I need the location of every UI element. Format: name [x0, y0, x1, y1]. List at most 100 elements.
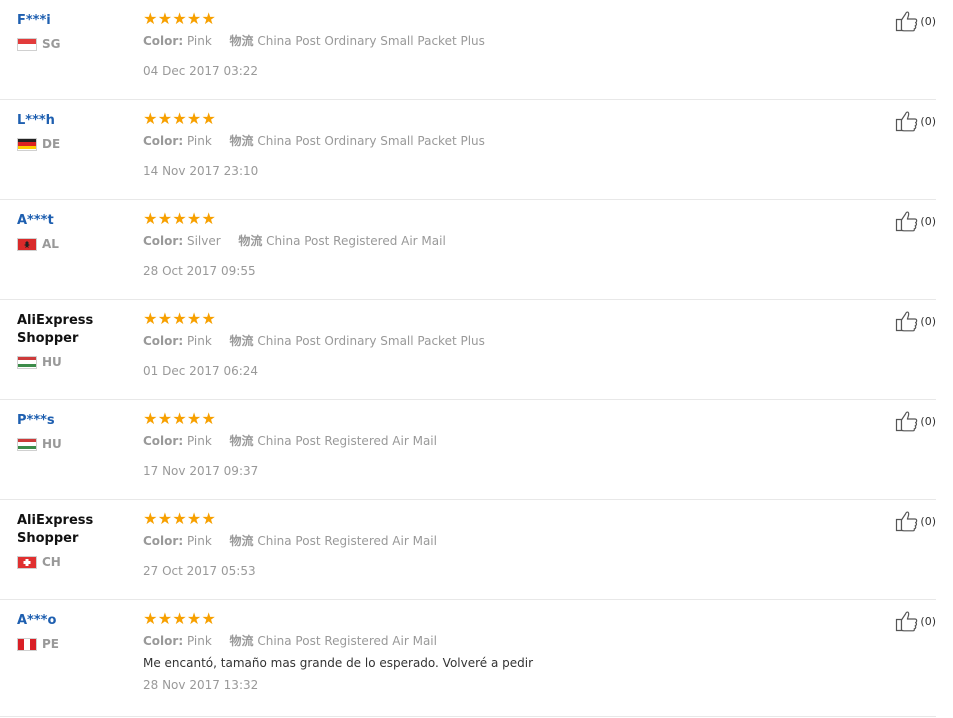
star-icon: ★: [172, 509, 187, 528]
shipping-value: China Post Registered Air Mail: [266, 234, 446, 248]
star-icon: ★: [143, 109, 158, 128]
helpful-count: (0): [920, 214, 936, 228]
review-detail: ★★★★★ Color: Silver 物流 China Post Regist…: [143, 211, 866, 279]
star-icon: ★: [157, 109, 173, 128]
reviewer-name: AliExpress Shopper: [17, 313, 94, 346]
star-icon: ★: [201, 309, 216, 328]
thumbs-up-icon: [896, 211, 918, 232]
star-icon: ★: [201, 9, 216, 28]
color-value: Pink: [186, 134, 212, 148]
review-date: 28 Oct 2017 09:55: [143, 264, 256, 278]
helpful-button[interactable]: (0): [895, 410, 936, 432]
star-icon: ★: [172, 9, 187, 28]
star-rating: ★★★★★: [143, 311, 866, 327]
reviewer-country: SG: [17, 36, 127, 52]
star-icon: ★: [172, 109, 187, 128]
star-icon: ★: [201, 409, 216, 428]
thumbs-up-icon: [896, 611, 918, 632]
star-icon: ★: [143, 309, 158, 328]
review-date: 04 Dec 2017 03:22: [143, 64, 259, 78]
review-date: 01 Dec 2017 06:24: [143, 364, 259, 378]
order-attributes: Color: Pink 物流 China Post Ordinary Small…: [143, 133, 866, 149]
helpful-button[interactable]: (0): [895, 210, 936, 232]
reviewer-name[interactable]: A***t: [17, 212, 127, 230]
helpful-button[interactable]: (0): [895, 110, 936, 132]
country-code: SG: [42, 37, 61, 51]
helpful-button[interactable]: (0): [895, 610, 936, 632]
shipping-value: China Post Registered Air Mail: [257, 534, 437, 548]
star-icon: ★: [172, 609, 187, 628]
star-icon: ★: [186, 509, 202, 528]
country-flag-icon: [17, 555, 37, 569]
reviewer-info: AliExpress Shopper HU: [17, 312, 127, 370]
star-icon: ★: [157, 209, 173, 228]
star-rating: ★★★★★: [143, 111, 866, 127]
color-value: Pink: [186, 34, 212, 48]
order-attributes: Color: Silver 物流 China Post Registered A…: [143, 233, 866, 249]
review-detail: ★★★★★ Color: Pink 物流 China Post Register…: [143, 411, 866, 479]
review-item: F***i SG ★★★★★ Color: Pink 物流 China Post…: [0, 0, 936, 100]
color-value: Pink: [186, 434, 212, 448]
helpful-button[interactable]: (0): [895, 510, 936, 532]
reviewer-info: F***i SG: [17, 12, 127, 52]
color-label: Color:: [143, 434, 184, 448]
reviewer-info: L***h DE: [17, 112, 127, 152]
star-rating: ★★★★★: [143, 611, 866, 627]
star-icon: ★: [201, 509, 216, 528]
country-code: AL: [42, 237, 59, 251]
shipping-label: 物流: [229, 634, 254, 648]
color-label: Color:: [143, 334, 184, 348]
helpful-count: (0): [920, 514, 936, 528]
star-rating: ★★★★★: [143, 411, 866, 427]
color-label: Color:: [143, 234, 184, 248]
star-icon: ★: [186, 309, 202, 328]
shipping-label: 物流: [229, 34, 254, 48]
reviewer-name[interactable]: L***h: [17, 112, 127, 130]
review-detail: ★★★★★ Color: Pink 物流 China Post Ordinary…: [143, 111, 866, 179]
star-icon: ★: [201, 109, 216, 128]
shipping-label: 物流: [229, 334, 254, 348]
reviewer-name[interactable]: F***i: [17, 12, 127, 30]
star-icon: ★: [186, 9, 202, 28]
review-item: L***h DE ★★★★★ Color: Pink 物流 China Post…: [0, 100, 936, 200]
color-value: Pink: [186, 334, 212, 348]
shipping-label: 物流: [229, 434, 254, 448]
reviewer-info: A***t AL: [17, 212, 127, 252]
helpful-button[interactable]: (0): [895, 10, 936, 32]
reviewer-name[interactable]: A***o: [17, 612, 127, 630]
thumbs-up-icon: [896, 311, 918, 332]
shipping-label: 物流: [238, 234, 263, 248]
star-rating: ★★★★★: [143, 211, 866, 227]
country-flag-icon: [17, 637, 37, 651]
thumbs-up-icon: [896, 11, 918, 32]
shipping-value: China Post Registered Air Mail: [257, 434, 437, 448]
star-icon: ★: [172, 209, 187, 228]
shipping-value: China Post Ordinary Small Packet Plus: [257, 34, 485, 48]
review-date: 28 Nov 2017 13:32: [143, 678, 259, 692]
thumbs-up-icon: [896, 111, 918, 132]
country-flag-icon: [17, 137, 37, 151]
star-icon: ★: [143, 9, 158, 28]
country-code: PE: [42, 637, 59, 651]
review-detail: ★★★★★ Color: Pink 物流 China Post Register…: [143, 611, 866, 693]
star-icon: ★: [157, 609, 173, 628]
shipping-value: China Post Registered Air Mail: [257, 634, 437, 648]
shipping-value: China Post Ordinary Small Packet Plus: [257, 134, 485, 148]
helpful-button[interactable]: (0): [895, 310, 936, 332]
reviewer-name[interactable]: P***s: [17, 412, 127, 430]
helpful-count: (0): [920, 114, 936, 128]
star-icon: ★: [157, 309, 173, 328]
color-value: Pink: [186, 634, 212, 648]
order-attributes: Color: Pink 物流 China Post Ordinary Small…: [143, 33, 866, 49]
helpful-count: (0): [920, 314, 936, 328]
review-item: AliExpress Shopper HU ★★★★★ Color: Pink …: [0, 300, 936, 400]
country-code: HU: [42, 437, 62, 451]
star-rating: ★★★★★: [143, 511, 866, 527]
star-icon: ★: [201, 209, 216, 228]
reviewer-info: A***o PE: [17, 612, 127, 652]
reviewer-country: HU: [17, 354, 127, 370]
reviewer-info: P***s HU: [17, 412, 127, 452]
star-icon: ★: [157, 509, 173, 528]
reviewer-country: HU: [17, 436, 127, 452]
star-icon: ★: [157, 409, 173, 428]
